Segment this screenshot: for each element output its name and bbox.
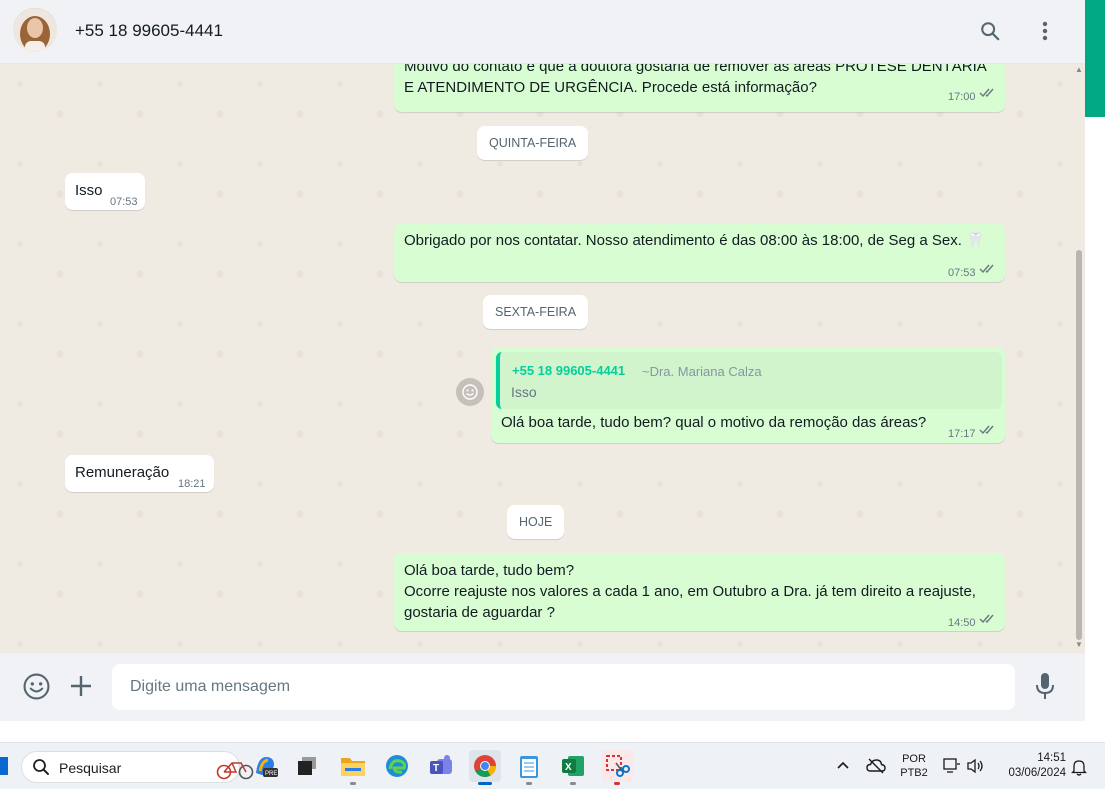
copilot-icon[interactable]: PRE: [249, 750, 281, 782]
language-code: POR: [902, 753, 926, 765]
running-indicator: [570, 782, 576, 785]
message-text: Ocorre reajuste nos valores a cada 1 ano…: [404, 583, 976, 600]
clock-date: 03/06/2024: [1008, 767, 1066, 779]
windows-start-icon[interactable]: [0, 757, 8, 775]
message-text: Motivo do contato é que a doutora gostar…: [404, 64, 987, 75]
scroll-thumb[interactable]: [1076, 250, 1082, 640]
message-outgoing[interactable]: Olá boa tarde, tudo bem? Ocorre reajuste…: [394, 553, 1005, 631]
active-indicator: [478, 782, 492, 785]
system-clock[interactable]: 14:51 03/06/2024: [996, 752, 1066, 789]
message-outgoing[interactable]: Motivo do contato é que a doutora gostar…: [394, 64, 1005, 112]
message-text: gostaria de aguardar ?: [404, 604, 555, 621]
read-ticks-icon: [979, 264, 994, 274]
message-text: Isso: [75, 182, 103, 199]
message-time: 14:50: [948, 617, 976, 629]
message-incoming[interactable]: Isso 07:53: [65, 173, 145, 210]
date-separator: QUINTA-FEIRA: [477, 126, 589, 160]
search-icon[interactable]: [975, 16, 1005, 46]
message-time: 07:53: [110, 196, 138, 208]
chevron-up-icon[interactable]: [835, 757, 851, 789]
notification-bell-icon[interactable]: [1070, 758, 1088, 789]
reaction-emoji-button[interactable]: [456, 378, 484, 406]
contact-name[interactable]: +55 18 99605-4441: [75, 21, 223, 41]
windows-taskbar: Pesquisar PRE T X POR PTB2 14:51 03/06/2…: [0, 742, 1105, 789]
scroll-up-icon[interactable]: ▲: [1075, 66, 1083, 74]
quoted-author-alias: ~Dra. Mariana Calza: [642, 364, 762, 379]
snipping-tool-icon[interactable]: [601, 750, 633, 785]
quoted-text: Isso: [511, 384, 537, 400]
emoji-icon[interactable]: [20, 670, 52, 702]
message-time: 07:53: [948, 267, 976, 279]
read-ticks-icon: [979, 614, 994, 624]
window-bottom-area: [0, 721, 1105, 742]
message-outgoing[interactable]: Obrigado por nos contatar. Nosso atendim…: [394, 223, 1005, 282]
message-input[interactable]: [112, 664, 1015, 710]
microphone-icon[interactable]: [1029, 670, 1061, 702]
edge-icon[interactable]: [381, 750, 413, 782]
svg-text:T: T: [433, 763, 439, 774]
composer-bar: [0, 653, 1085, 721]
input-language-indicator[interactable]: POR PTB2: [897, 753, 931, 789]
message-text: Obrigado por nos contatar. Nosso atendim…: [404, 232, 985, 249]
message-text: E ATENDIMENTO DE URGÊNCIA. Procede está …: [404, 79, 817, 96]
message-text: Remuneração: [75, 464, 170, 481]
message-incoming[interactable]: Remuneração 18:21: [65, 455, 214, 492]
quoted-message[interactable]: +55 18 99605-4441 ~Dra. Mariana Calza Is…: [496, 352, 1002, 409]
svg-text:PRE: PRE: [265, 771, 277, 777]
read-ticks-icon: [979, 425, 994, 435]
svg-text:X: X: [565, 762, 572, 773]
message-text: Olá boa tarde, tudo bem? qual o motivo d…: [501, 414, 927, 431]
window-edge: [1085, 0, 1105, 742]
teams-icon[interactable]: T: [425, 750, 457, 782]
message-list[interactable]: Motivo do contato é que a doutora gostar…: [0, 64, 1085, 653]
more-vertical-icon[interactable]: [1030, 16, 1060, 46]
volume-icon[interactable]: [966, 758, 984, 789]
message-outgoing-reply[interactable]: +55 18 99605-4441 ~Dra. Mariana Calza Is…: [491, 347, 1005, 443]
network-icon[interactable]: [943, 758, 961, 789]
plus-icon[interactable]: [65, 670, 97, 702]
message-time: 17:17: [948, 428, 976, 440]
running-indicator: [614, 782, 620, 785]
clock-time: 14:51: [1037, 752, 1066, 764]
message-text: Olá boa tarde, tudo bem?: [404, 562, 575, 579]
date-separator: HOJE: [507, 505, 565, 539]
search-icon: [33, 759, 49, 775]
running-indicator: [350, 782, 356, 785]
taskbar-search-label: Pesquisar: [59, 760, 122, 776]
notepad-icon[interactable]: [513, 750, 545, 785]
cloud-offline-icon[interactable]: [866, 757, 886, 789]
task-view-icon[interactable]: [291, 750, 323, 782]
scroll-down-icon[interactable]: ▼: [1075, 641, 1083, 649]
date-separator: SEXTA-FEIRA: [483, 295, 589, 329]
keyboard-layout: PTB2: [900, 767, 928, 779]
chrome-icon[interactable]: [469, 750, 501, 785]
excel-icon[interactable]: X: [557, 750, 589, 785]
message-time: 17:00: [948, 91, 976, 103]
contact-avatar[interactable]: [13, 8, 57, 52]
quoted-author: +55 18 99605-4441: [512, 363, 626, 378]
chat-header: +55 18 99605-4441: [0, 0, 1085, 64]
running-indicator: [526, 782, 532, 785]
accent-strip: [1085, 0, 1105, 117]
read-ticks-icon: [979, 88, 994, 98]
taskbar-search[interactable]: Pesquisar: [21, 751, 254, 783]
message-time: 18:21: [178, 478, 206, 490]
file-explorer-icon[interactable]: [337, 750, 369, 785]
chat-scrollbar[interactable]: ▲ ▼: [1073, 64, 1085, 653]
